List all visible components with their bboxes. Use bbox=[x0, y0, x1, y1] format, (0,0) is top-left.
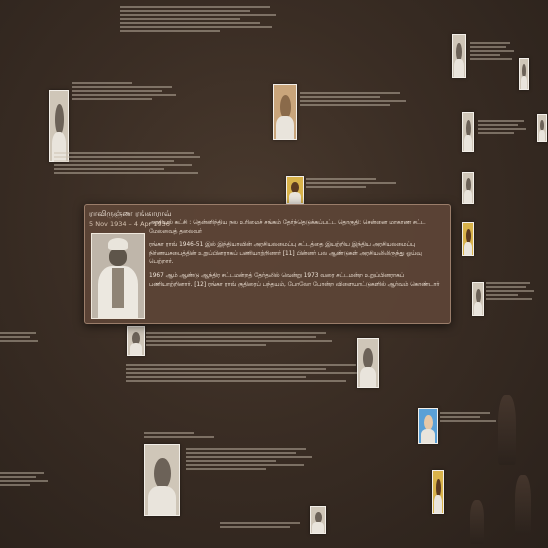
portrait-thumbnail[interactable] bbox=[462, 172, 474, 204]
profile-popup[interactable]: ராவிருஞ்ண ரங்காராவ் 5 Nov 1934 – 4 Apr 1… bbox=[84, 204, 451, 324]
statue-silhouette bbox=[470, 500, 484, 544]
bio-paragraph: ரங்கா ராவ் 1946-51 இல் இந்தியாவின் அரசிய… bbox=[149, 242, 422, 266]
statue-silhouette bbox=[515, 475, 531, 535]
person-portrait bbox=[91, 233, 145, 319]
portrait-thumbnail[interactable] bbox=[519, 58, 529, 90]
portrait-thumbnail[interactable] bbox=[357, 338, 379, 388]
entry-text-block bbox=[0, 330, 40, 344]
entry-text-block bbox=[72, 80, 182, 102]
portrait-thumbnail[interactable] bbox=[472, 282, 484, 316]
statue-silhouette bbox=[498, 395, 516, 465]
portrait-thumbnail[interactable] bbox=[273, 84, 297, 140]
portrait-thumbnail[interactable] bbox=[452, 34, 466, 78]
entry-text-block bbox=[54, 150, 204, 176]
entry-text-block bbox=[120, 4, 280, 34]
entry-text-block bbox=[126, 362, 366, 384]
person-name: ராவிருஞ்ண ரங்காராவ் bbox=[89, 209, 172, 218]
portrait-thumbnail[interactable] bbox=[310, 506, 326, 534]
bio-paragraph: அரசியல் கட்சி : தென்னிந்திய நல உரிமைச் ச… bbox=[149, 220, 426, 235]
entry-text-block bbox=[146, 330, 336, 348]
entry-text-block bbox=[478, 118, 528, 136]
entry-text-block bbox=[306, 176, 406, 190]
portrait-thumbnail[interactable] bbox=[432, 470, 444, 514]
portrait-thumbnail[interactable] bbox=[462, 222, 474, 256]
portrait-thumbnail[interactable] bbox=[537, 114, 547, 142]
biography-text: அரசியல் கட்சி : தென்னிந்திய நல உரிமைச் ச… bbox=[149, 219, 444, 317]
entry-text-block bbox=[186, 446, 316, 472]
portrait-thumbnail[interactable] bbox=[418, 408, 438, 444]
portrait-thumbnail[interactable] bbox=[286, 176, 304, 204]
entry-text-block bbox=[440, 410, 500, 424]
entry-text-block bbox=[486, 280, 536, 302]
entry-text-block bbox=[300, 90, 410, 108]
portrait-thumbnail[interactable] bbox=[144, 444, 180, 516]
entry-text-block bbox=[470, 40, 516, 62]
portrait-thumbnail[interactable] bbox=[127, 326, 145, 356]
entry-text-block bbox=[0, 470, 50, 488]
entry-text-block bbox=[220, 520, 310, 530]
portrait-thumbnail[interactable] bbox=[462, 112, 474, 152]
entry-text-block bbox=[144, 430, 274, 440]
bio-paragraph: 1967 ஆம் ஆண்டு ஆந்திர சட்டமன்றத் தேர்தலி… bbox=[149, 272, 440, 288]
